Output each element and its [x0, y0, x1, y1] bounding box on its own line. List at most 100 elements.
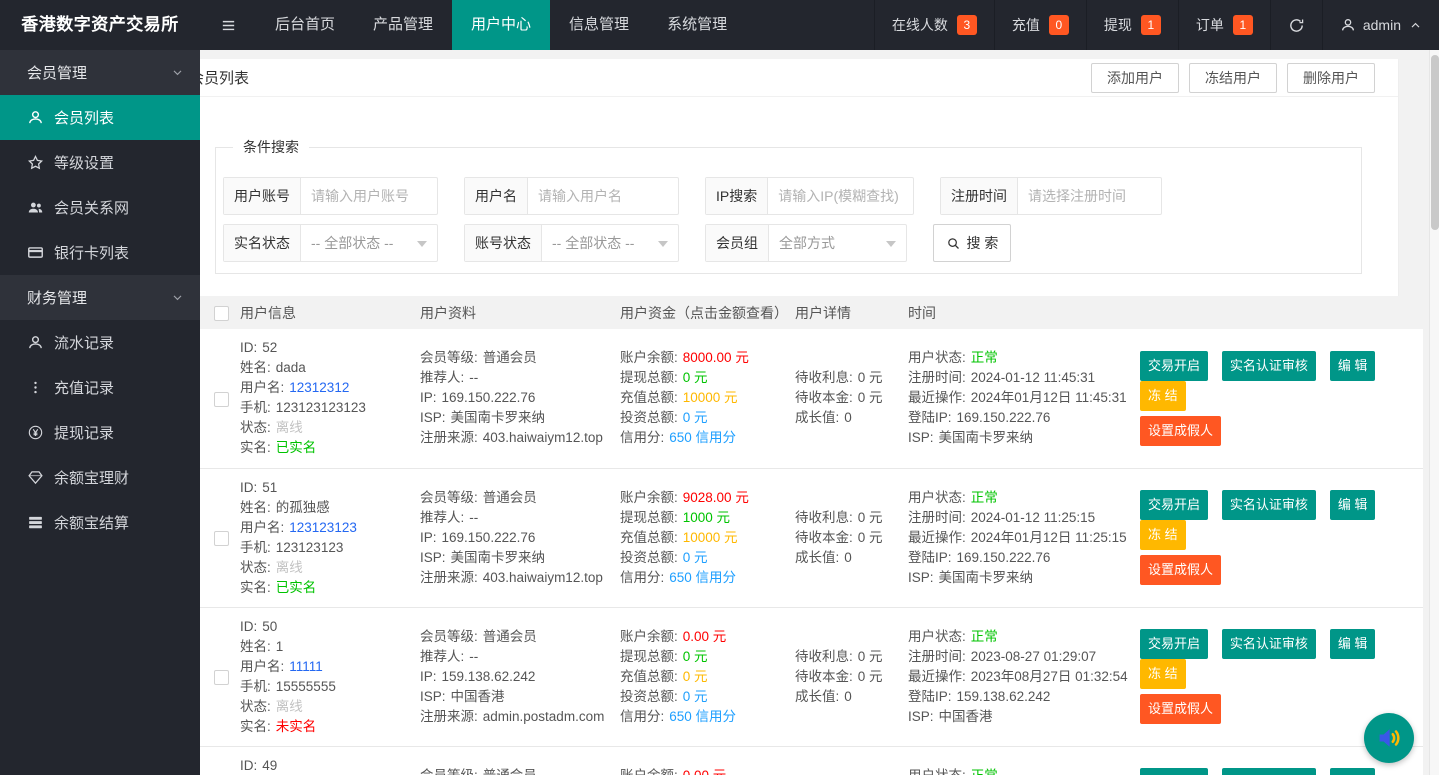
scrollbar-thumb[interactable]	[1431, 55, 1439, 230]
collapse-sidebar-button[interactable]	[200, 0, 256, 50]
withdraw-amount[interactable]: 0 元	[683, 370, 708, 385]
set-fake-user-button[interactable]: 设置成假人	[1140, 416, 1221, 446]
edit-button[interactable]: 编 辑	[1330, 768, 1376, 775]
nav-item-user-center[interactable]: 用户中心	[452, 0, 550, 50]
lbl-invest: 投资总额:	[620, 410, 678, 425]
lbl-id: ID:	[240, 340, 257, 355]
freeze-button[interactable]: 冻 结	[1140, 381, 1186, 411]
member-group-select[interactable]: 会员组 全部方式	[705, 224, 907, 262]
row-checkbox[interactable]	[214, 392, 229, 407]
sidebar-item-yuebao-finance[interactable]: 余额宝理财	[0, 455, 200, 500]
account-input[interactable]	[301, 178, 437, 214]
trade-toggle-button[interactable]: 交易开启	[1140, 490, 1208, 520]
sidebar-item-member-list[interactable]: 会员列表	[0, 95, 200, 140]
recharge-stat[interactable]: 充值 0	[994, 0, 1086, 50]
recharge-amount[interactable]: 0 元	[683, 669, 708, 684]
freeze-button[interactable]: 冻 结	[1140, 659, 1186, 689]
select-all-checkbox[interactable]	[214, 306, 229, 321]
add-user-button[interactable]: 添加用户	[1091, 63, 1179, 93]
sidebar-item-member-network[interactable]: 会员关系网	[0, 185, 200, 230]
refresh-icon	[1288, 17, 1305, 34]
sidebar-item-label: 银行卡列表	[54, 242, 129, 263]
username-input[interactable]	[528, 178, 678, 214]
sidebar-item-flow-records[interactable]: 流水记录	[0, 320, 200, 365]
edit-button[interactable]: 编 辑	[1330, 490, 1376, 520]
refresh-button[interactable]	[1270, 0, 1322, 50]
realname-audit-button[interactable]: 实名认证审核	[1222, 629, 1316, 659]
regtime-input[interactable]	[1018, 178, 1161, 214]
cell-user-time: 用户状态:正常 注册时间: 最近操作: 登陆IP: ISP:	[908, 746, 1140, 775]
person-icon	[27, 334, 44, 351]
sidebar-item-withdraw-records[interactable]: 提现记录	[0, 410, 200, 455]
invest-amount[interactable]: 0 元	[683, 410, 708, 425]
realname-audit-button[interactable]: 实名认证审核	[1222, 351, 1316, 381]
freeze-user-button[interactable]: 冻结用户	[1189, 63, 1277, 93]
realname-status-select[interactable]: 实名状态 -- 全部状态 --	[223, 224, 438, 262]
search-button[interactable]: 搜 索	[933, 224, 1011, 262]
search-icon	[946, 236, 961, 251]
username-link[interactable]: 11111	[289, 659, 323, 674]
account-status-select[interactable]: 账号状态 -- 全部状态 --	[464, 224, 679, 262]
val-referrer: --	[469, 649, 478, 664]
balance-amount[interactable]: 0.00 元	[683, 629, 727, 644]
sidebar-item-recharge-records[interactable]: 充值记录	[0, 365, 200, 410]
realname-audit-button[interactable]: 实名认证审核	[1222, 768, 1316, 775]
val-interest: 0 元	[858, 649, 883, 664]
nav-item-info[interactable]: 信息管理	[550, 0, 648, 50]
sidebar-item-bank-cards[interactable]: 银行卡列表	[0, 230, 200, 275]
nav-item-system[interactable]: 系统管理	[648, 0, 746, 50]
freeze-button[interactable]: 冻 结	[1140, 520, 1186, 550]
row-checkbox[interactable]	[214, 531, 229, 546]
chevron-down-icon	[171, 66, 184, 79]
val-id: 51	[262, 480, 277, 495]
invest-amount[interactable]: 0 元	[683, 550, 708, 565]
cell-user-profile: 会员等级:普通会员 推荐人:-- IP:169.150.222.76 ISP:美…	[420, 468, 620, 607]
sound-notification-fab[interactable]	[1364, 713, 1414, 763]
balance-amount[interactable]: 0.00 元	[683, 768, 727, 775]
lbl-phone: 手机:	[240, 400, 271, 415]
trade-toggle-button[interactable]: 交易开启	[1140, 351, 1208, 381]
val-referrer: --	[469, 370, 478, 385]
delete-user-button[interactable]: 删除用户	[1287, 63, 1375, 93]
username-link[interactable]: 123123123	[289, 520, 357, 535]
trade-toggle-button[interactable]: 交易开启	[1140, 629, 1208, 659]
vertical-dots-icon	[27, 379, 44, 396]
val-level: 普通会员	[483, 629, 537, 644]
realname-audit-button[interactable]: 实名认证审核	[1222, 490, 1316, 520]
set-fake-user-button[interactable]: 设置成假人	[1140, 555, 1221, 585]
sidebar-group-member-mgmt[interactable]: 会员管理	[0, 50, 200, 95]
nav-item-dashboard[interactable]: 后台首页	[256, 0, 354, 50]
lbl-credit: 信用分:	[620, 709, 664, 724]
nav-item-products[interactable]: 产品管理	[354, 0, 452, 50]
sidebar-group-finance-label: 财务管理	[27, 287, 87, 308]
recharge-amount[interactable]: 10000 元	[683, 390, 738, 405]
ip-search-input[interactable]	[768, 178, 913, 214]
lbl-user-status: 用户状态:	[908, 350, 966, 365]
col-user-profile: 用户资料	[420, 296, 620, 329]
sidebar-item-level-settings[interactable]: 等级设置	[0, 140, 200, 185]
lbl-source: 注册来源:	[420, 430, 478, 445]
person-icon	[27, 109, 44, 126]
admin-menu[interactable]: admin	[1322, 0, 1439, 50]
balance-amount[interactable]: 9028.00 元	[683, 490, 749, 505]
edit-button[interactable]: 编 辑	[1330, 629, 1376, 659]
sidebar-group-finance-mgmt[interactable]: 财务管理	[0, 275, 200, 320]
recharge-amount[interactable]: 10000 元	[683, 530, 738, 545]
edit-button[interactable]: 编 辑	[1330, 351, 1376, 381]
withdraw-amount[interactable]: 1000 元	[683, 510, 730, 525]
invest-amount[interactable]: 0 元	[683, 689, 708, 704]
sidebar-item-yuebao-settlement[interactable]: 余额宝结算	[0, 500, 200, 545]
val-isp: 中国香港	[451, 689, 505, 704]
trade-toggle-button[interactable]: 交易开启	[1140, 768, 1208, 775]
balance-amount[interactable]: 8000.00 元	[683, 350, 749, 365]
username-link[interactable]: 12312312	[289, 380, 349, 395]
row-checkbox[interactable]	[214, 670, 229, 685]
lbl-withdraw: 提现总额:	[620, 510, 678, 525]
cell-actions: 交易开启 实名认证审核 编 辑 冻 结 设置成假人	[1140, 329, 1423, 468]
set-fake-user-button[interactable]: 设置成假人	[1140, 694, 1221, 724]
online-count-stat[interactable]: 在线人数 3	[874, 0, 994, 50]
member-group-value: 全部方式	[769, 225, 835, 261]
withdraw-stat[interactable]: 提现 1	[1086, 0, 1178, 50]
withdraw-amount[interactable]: 0 元	[683, 649, 708, 664]
order-stat[interactable]: 订单 1	[1178, 0, 1270, 50]
